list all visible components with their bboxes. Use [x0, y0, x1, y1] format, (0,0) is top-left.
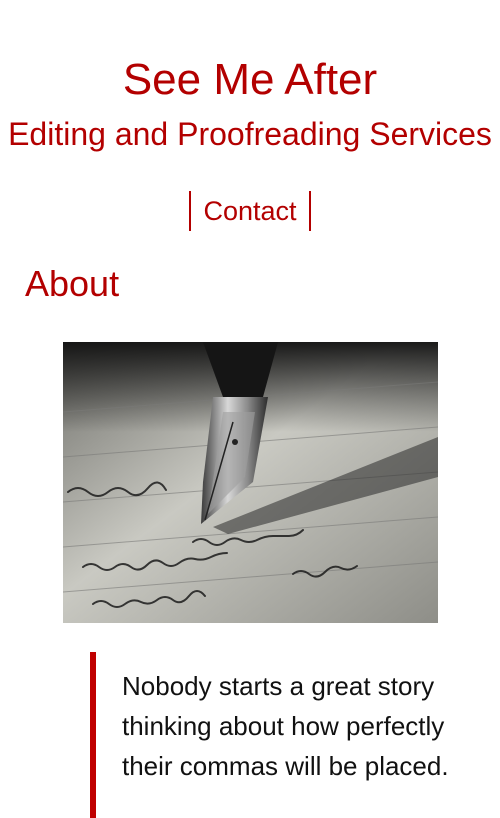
- fountain-pen-photo: [63, 342, 438, 623]
- about-heading: About: [25, 263, 120, 304]
- about-quote: Nobody starts a great story thinking abo…: [90, 652, 490, 818]
- nav-divider: [308, 191, 311, 231]
- quote-text: Nobody starts a great story thinking abo…: [122, 671, 449, 781]
- site-tagline: Editing and Proofreading Services: [8, 116, 492, 152]
- nav-link-contact[interactable]: Contact: [191, 190, 308, 232]
- main-nav: Contact: [0, 190, 500, 232]
- site-title[interactable]: See Me After: [0, 54, 500, 106]
